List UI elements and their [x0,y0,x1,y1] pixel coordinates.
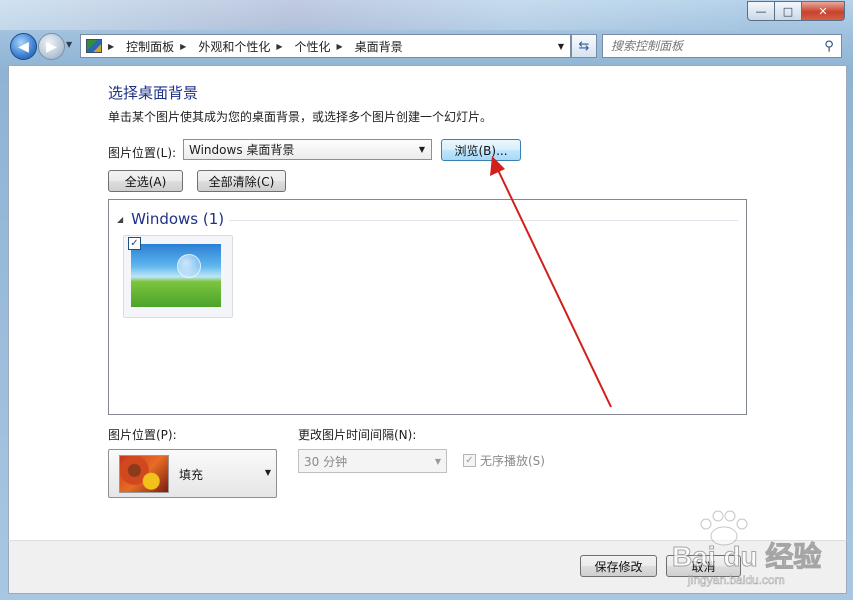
picture-location-label: 图片位置(L): [108,146,177,160]
chevron-down-icon: ▼ [264,468,271,477]
caption-buttons: — □ ✕ [747,1,845,21]
shuffle-label: 无序播放(S) [480,454,545,468]
watermark-subtext: jingyan.baidu.com [687,573,785,587]
chevron-down-icon: ▼ [418,145,425,154]
clear-all-button[interactable]: 全部清除(C) [197,170,286,192]
select-all-button[interactable]: 全选(A) [108,170,183,192]
content-pane: 选择桌面背景 单击某个图片使其成为您的桌面背景，或选择多个图片创建一个幻灯片。 … [8,65,847,542]
browse-button[interactable]: 浏览(B)... [441,139,521,161]
interval-select[interactable]: 30 分钟 ▼ [298,449,447,473]
title-bar [0,0,740,30]
refresh-button[interactable]: ⇆ [571,34,597,58]
picture-location-value: Windows 桌面背景 [189,143,295,157]
right-arrow-icon: ▶ [46,38,57,55]
shuffle-checkbox[interactable]: ✓ [463,454,476,467]
interval-value: 30 分钟 [304,454,348,469]
shuffle-option[interactable]: ✓ 无序播放(S) [463,452,545,469]
breadcrumb-item[interactable]: 控制面板 ▶ [126,38,192,55]
refresh-icon: ⇆ [578,38,590,54]
picture-location-select[interactable]: Windows 桌面背景 ▼ [183,139,432,160]
control-panel-icon [86,39,102,53]
planet-decoration [177,254,201,278]
fill-preview-image [119,455,169,493]
left-arrow-icon: ◀ [18,38,29,55]
page-subtitle: 单击某个图片使其成为您的桌面背景，或选择多个图片创建一个幻灯片。 [108,110,493,124]
search-input[interactable] [603,38,821,54]
breadcrumb-root-chevron[interactable]: ▶ [106,42,120,51]
maximize-button[interactable]: □ [775,1,802,21]
baidu-watermark: Bai du 经验 jingyan.baidu.com [672,510,822,587]
close-button[interactable]: ✕ [802,1,845,21]
group-divider [229,220,738,221]
page-title: 选择桌面背景 [108,84,199,102]
breadcrumb-item[interactable]: 外观和个性化 ▶ [198,38,288,55]
back-button[interactable]: ◀ [10,33,37,60]
position-label: 图片位置(P): [108,428,177,442]
chevron-down-icon: ▼ [434,456,441,466]
search-icon[interactable]: ⚲ [821,39,837,54]
address-bar[interactable]: ▶ 控制面板 ▶ 外观和个性化 ▶ 个性化 ▶ 桌面背景 ▼ [80,34,571,58]
breadcrumb-item[interactable]: 桌面背景 [355,38,403,55]
search-box[interactable]: ⚲ [602,34,842,58]
position-value: 填充 [179,468,204,482]
interval-label: 更改图片时间间隔(N): [298,428,417,442]
thumbnail-checkbox[interactable]: ✓ [128,237,141,250]
group-header[interactable]: ◢ Windows (1) [117,210,224,228]
save-button[interactable]: 保存修改 [580,555,657,577]
forward-button[interactable]: ▶ [38,33,65,60]
wallpaper-thumbnail[interactable]: ✓ [123,235,233,318]
group-title: Windows (1) [131,210,225,228]
wallpaper-image [131,244,221,307]
breadcrumb-item[interactable]: 个性化 ▶ [295,38,349,55]
position-select[interactable]: 填充 ▼ [108,449,277,498]
wallpaper-gallery: ◢ Windows (1) ✓ [108,199,747,415]
minimize-button[interactable]: — [747,1,775,21]
collapse-triangle-icon[interactable]: ◢ [117,215,123,224]
chevron-down-icon[interactable]: ▼ [558,42,564,51]
watermark-text: Bai du 经验 [672,540,821,572]
recent-pages-dropdown[interactable]: ▼ [66,40,72,49]
